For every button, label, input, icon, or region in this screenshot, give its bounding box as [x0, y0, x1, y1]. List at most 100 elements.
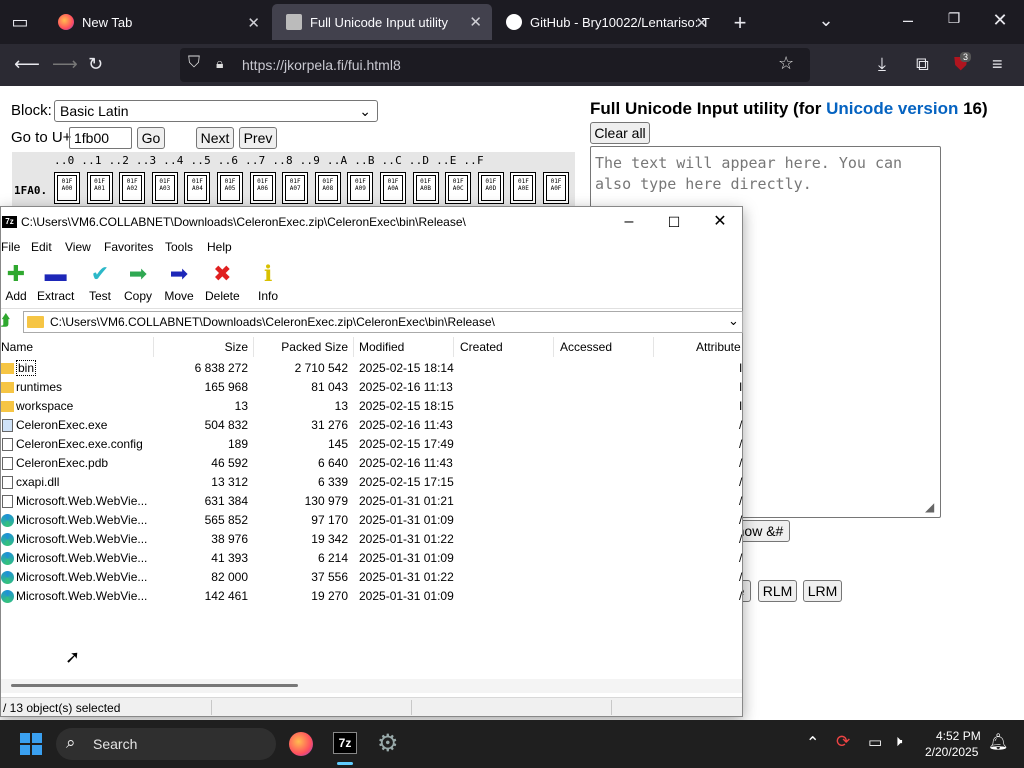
- go-button[interactable]: Go: [137, 127, 165, 149]
- glyph-cell[interactable]: 01F A0C: [445, 172, 472, 204]
- table-row[interactable]: Microsoft.Web.WebVie... 82 000 37 556 2025-…: [1, 568, 742, 587]
- notifications-bell-icon[interactable]: 🔔︎: [988, 732, 1008, 752]
- sevenzip-title-bar[interactable]: 7z C:\Users\VM6.COLLABNET\Downloads\Cele…: [1, 207, 742, 237]
- list-tabs-chevron-icon[interactable]: ⌄: [814, 10, 838, 31]
- resize-grip-icon[interactable]: ◢: [925, 500, 934, 514]
- menu-hamburger-icon[interactable]: ≡: [992, 54, 1003, 75]
- toolbar-add-button[interactable]: ✚ Add: [1, 263, 31, 304]
- column-header-name[interactable]: Name: [1, 340, 33, 354]
- table-row[interactable]: CeleronExec.pdb 46 592 6 640 2025-02-16 11:…: [1, 454, 742, 473]
- menu-item-tools[interactable]: Tools: [165, 240, 193, 254]
- table-row[interactable]: cxapi.dll 13 312 6 339 2025-02-15 17:15 /: [1, 473, 742, 492]
- column-divider[interactable]: [353, 337, 354, 357]
- next-button[interactable]: Next: [196, 127, 234, 149]
- glyph-cell[interactable]: 01F A06: [249, 172, 276, 204]
- prev-button[interactable]: Prev: [239, 127, 277, 149]
- unicode-version-link[interactable]: Unicode version: [826, 99, 958, 118]
- address-input[interactable]: C:\Users\VM6.COLLABNET\Downloads\Celeron…: [23, 311, 743, 333]
- menu-item-view[interactable]: View: [65, 240, 91, 254]
- close-icon[interactable]: ✕: [695, 14, 708, 32]
- toolbar-move-button[interactable]: ➡ Move: [164, 263, 194, 304]
- glyph-cell[interactable]: 01F A0B: [412, 172, 439, 204]
- column-header-accessed[interactable]: Accessed: [560, 340, 612, 354]
- table-row[interactable]: CeleronExec.exe 504 832 31 276 2025-02-16 1…: [1, 416, 742, 435]
- glyph-cell[interactable]: 01F A03: [151, 172, 178, 204]
- glyph-cell[interactable]: 01F A01: [86, 172, 113, 204]
- close-window-icon[interactable]: ✕: [988, 10, 1012, 31]
- column-header-created[interactable]: Created: [460, 340, 503, 354]
- new-tab-plus-icon[interactable]: +: [728, 10, 752, 36]
- table-row[interactable]: CeleronExec.exe.config 189 145 2025-02-15 1…: [1, 435, 742, 454]
- bookmark-star-icon[interactable]: ☆: [778, 53, 794, 74]
- scroll-thumb[interactable]: [11, 684, 298, 687]
- table-row[interactable]: workspace 13 13 2025-02-15 18:15 I: [1, 397, 742, 416]
- glyph-cell[interactable]: 01F A0F: [543, 172, 569, 204]
- url-text[interactable]: https://jkorpela.fi/fui.html8: [242, 57, 401, 73]
- toolbar-info-button[interactable]: ℹ Info: [253, 263, 283, 304]
- block-select[interactable]: Basic Latin ⌄: [54, 100, 378, 122]
- minimize-icon[interactable]: –: [609, 211, 649, 233]
- table-row[interactable]: Microsoft.Web.WebVie... 631 384 130 979 202…: [1, 492, 742, 511]
- menu-item-help[interactable]: Help: [207, 240, 232, 254]
- firefox-taskbar-icon[interactable]: [289, 732, 313, 756]
- column-header-modified[interactable]: Modified: [359, 340, 404, 354]
- glyph-cell[interactable]: 01F A09: [347, 172, 374, 204]
- table-row[interactable]: Microsoft.Web.WebVie... 38 976 19 342 2025-…: [1, 530, 742, 549]
- column-divider[interactable]: [553, 337, 554, 357]
- glyph-cell[interactable]: 01F A0E: [510, 172, 537, 204]
- tab-full-unicode[interactable]: Full Unicode Input utility ✕: [272, 4, 492, 40]
- tab-overview-icon[interactable]: ▭: [8, 12, 32, 33]
- chevron-up-icon[interactable]: ⌃: [806, 733, 819, 753]
- lock-icon[interactable]: 🔒︎: [216, 55, 223, 72]
- column-divider[interactable]: [153, 337, 154, 357]
- reload-icon[interactable]: ↻: [88, 54, 103, 75]
- glyph-cell[interactable]: 01F A0D: [477, 172, 504, 204]
- menu-item-file[interactable]: File: [1, 240, 20, 254]
- column-divider[interactable]: [453, 337, 454, 357]
- close-icon[interactable]: ✕: [247, 14, 260, 32]
- shield-icon[interactable]: ⛉: [188, 54, 200, 72]
- column-divider[interactable]: [253, 337, 254, 357]
- url-bar[interactable]: ⛉ 🔒︎ https://jkorpela.fi/fui.html8 ☆: [180, 48, 810, 82]
- toolbar-test-button[interactable]: ✔ Test: [85, 263, 115, 304]
- sevenzip-taskbar-icon[interactable]: 7z: [333, 732, 357, 754]
- network-icon[interactable]: ▭: [868, 733, 882, 751]
- toolbar-copy-button[interactable]: ➡ Copy: [123, 263, 153, 304]
- clear-all-button[interactable]: Clear all: [590, 122, 650, 144]
- windows-start-icon[interactable]: [20, 733, 42, 755]
- menu-item-edit[interactable]: Edit: [31, 240, 52, 254]
- forward-arrow-icon[interactable]: ⟶: [52, 54, 78, 75]
- column-divider[interactable]: [653, 337, 654, 357]
- glyph-cell[interactable]: 01F A07: [282, 172, 309, 204]
- tab-github[interactable]: GitHub - Bry10022/Lentariso: Th ✕: [492, 0, 718, 44]
- table-row[interactable]: runtimes 165 968 81 043 2025-02-16 11:13 I: [1, 378, 742, 397]
- column-header-size[interactable]: Size: [225, 340, 248, 354]
- chevron-down-icon[interactable]: ⌄: [728, 313, 739, 329]
- glyph-cell[interactable]: 01F A0A: [380, 172, 406, 204]
- rlm-button[interactable]: RLM: [758, 580, 797, 602]
- maximize-icon[interactable]: ☐: [654, 211, 694, 233]
- toolbar-extract-button[interactable]: ▬ Extract: [37, 263, 74, 304]
- glyph-cell[interactable]: 01F A05: [217, 172, 243, 204]
- restore-icon[interactable]: ❐: [942, 10, 966, 27]
- menu-item-favorites[interactable]: Favorites: [104, 240, 153, 254]
- volume-muted-icon[interactable]: 🕨︎: [893, 733, 902, 750]
- toolbar-delete-button[interactable]: ✖ Delete: [205, 263, 240, 304]
- table-row[interactable]: Microsoft.Web.WebVie... 41 393 6 214 2025-0…: [1, 549, 742, 568]
- clock-time[interactable]: 4:52 PM: [936, 729, 981, 743]
- taskbar-search[interactable]: ⌕ Search: [56, 728, 276, 760]
- glyph-cell[interactable]: 01F A00: [54, 172, 80, 204]
- column-header-packed-size[interactable]: Packed Size: [281, 340, 348, 354]
- table-row[interactable]: Microsoft.Web.WebVie... 142 461 19 270 2025…: [1, 587, 742, 606]
- extensions-icon[interactable]: ⧉: [916, 54, 929, 75]
- glyph-cell[interactable]: 01F A08: [314, 172, 341, 204]
- close-window-icon[interactable]: ✕: [700, 211, 740, 233]
- tab-new-tab[interactable]: New Tab ✕: [44, 0, 270, 44]
- table-row[interactable]: Microsoft.Web.WebVie... 565 852 97 170 2025…: [1, 511, 742, 530]
- clock-date[interactable]: 2/20/2025: [925, 745, 978, 759]
- column-header-attribute[interactable]: Attribute: [696, 340, 741, 354]
- glyph-cell[interactable]: 01F A02: [119, 172, 146, 204]
- settings-gear-icon[interactable]: ⚙: [377, 729, 399, 758]
- close-icon[interactable]: ✕: [469, 13, 482, 31]
- goto-input[interactable]: 1fb00: [69, 127, 132, 149]
